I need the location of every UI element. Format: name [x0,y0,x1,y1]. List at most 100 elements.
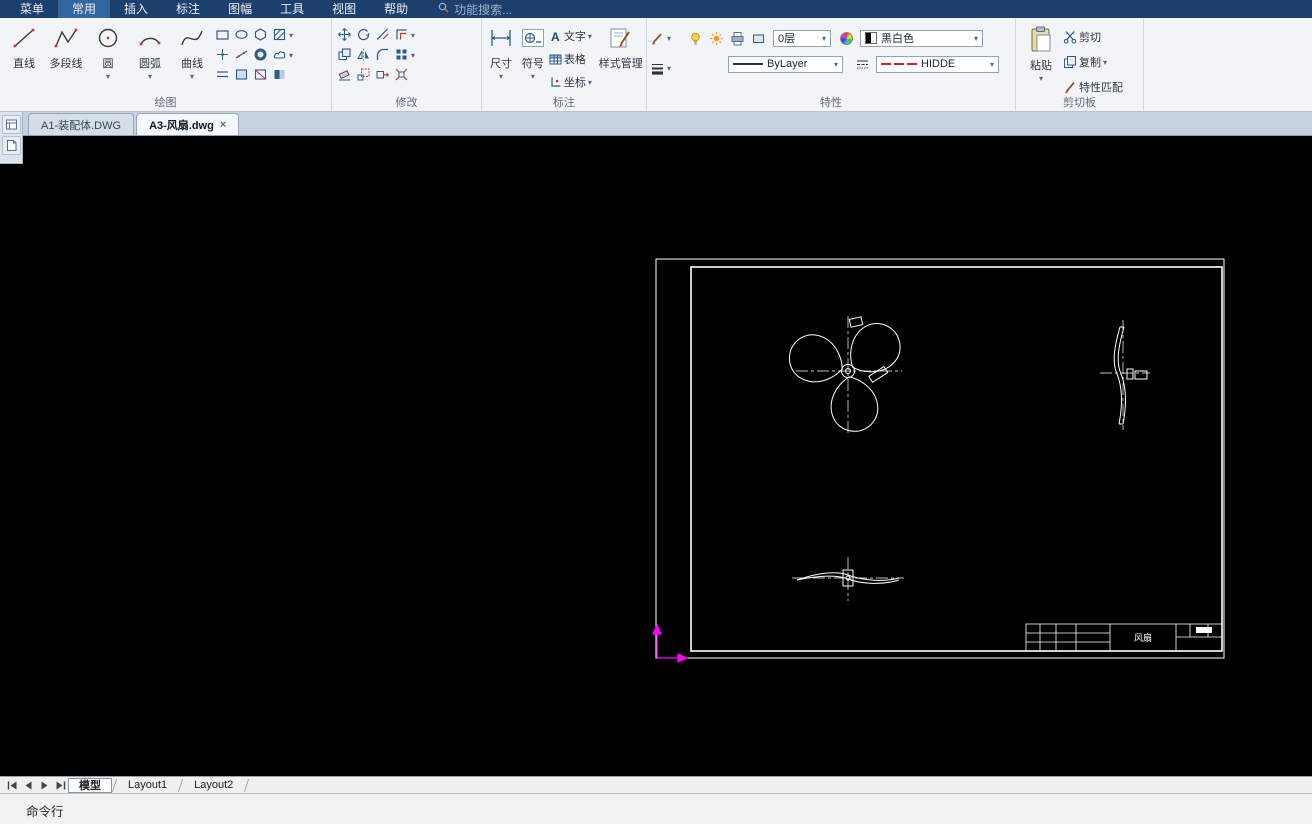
polygon-button[interactable] [251,25,270,44]
command-line-bar[interactable]: 命令行 [0,793,1312,824]
menu-item-app[interactable]: 菜单 [6,0,58,18]
revision-cloud-button[interactable] [270,45,289,64]
line-button[interactable]: 直线 [3,22,45,71]
dimension-dropdown-icon[interactable] [499,71,503,82]
menu-tab-help[interactable]: 帮助 [370,0,422,18]
ribbon-group-annotate: 尺寸 符号 A 文字 表格 [482,18,647,111]
trim-button[interactable] [373,25,392,44]
table-icon [549,54,562,64]
move-button[interactable] [335,25,354,44]
modify-row2-dropdown-icon[interactable] [411,48,415,60]
stretch-button[interactable] [373,65,392,84]
table-button[interactable]: 表格 [549,49,599,69]
spline-button[interactable]: 曲线 [171,22,213,82]
wipeout-button[interactable] [251,65,270,84]
ellipse-button[interactable] [232,25,251,44]
menu-tab-insert[interactable]: 插入 [110,0,162,18]
coordinate-button[interactable]: 坐标 [549,72,599,92]
gradient-button[interactable] [270,65,289,84]
color-select[interactable]: 黑白色 [860,29,983,47]
nav-prev-icon[interactable] [20,778,36,793]
spline-icon [179,25,205,54]
lineweight-icon [652,63,663,75]
cut-button[interactable]: 剪切 [1063,27,1123,47]
layout-tab-separator [244,778,250,792]
coordinate-dropdown-icon[interactable] [588,77,592,88]
array-button[interactable] [392,45,411,64]
layout-tab-layout2[interactable]: Layout2 [183,778,244,793]
arc-dropdown-icon[interactable] [148,71,152,82]
modify-row1-dropdown-icon[interactable] [411,28,415,40]
dimension-label: 尺寸 [489,58,512,70]
point-dropdown-icon[interactable] [289,48,293,60]
multiline-button[interactable] [213,65,232,84]
rotate-button[interactable] [354,25,373,44]
divide-button[interactable] [232,45,251,64]
layout-tab-model[interactable]: 模型 [68,777,112,793]
explode-button[interactable] [392,65,411,84]
linetype-select[interactable]: ByLayer [728,55,843,73]
circle-dropdown-icon[interactable] [106,71,110,82]
hatch-button[interactable] [270,25,289,44]
panel-toggle-button[interactable] [1,115,21,134]
text-dropdown-icon[interactable] [588,31,592,42]
layer-thaw-sun-icon[interactable] [707,29,726,48]
doc-tab-fan[interactable]: A3-风扇.dwg [136,113,240,135]
menu-tab-annotate[interactable]: 标注 [162,0,214,18]
fillet-button[interactable] [373,45,392,64]
erase-button[interactable] [335,65,354,84]
scale-button[interactable] [354,65,373,84]
nav-last-icon[interactable] [52,778,68,793]
mirror-button[interactable] [354,45,373,64]
doc-tab-assembly-label: A1-装配体.DWG [41,119,122,132]
sheet-set-button[interactable] [1,136,21,155]
drawing-canvas[interactable]: 风扇 [0,136,1312,776]
current-linetype-select[interactable]: HIDDE [876,55,999,73]
offset-button[interactable] [392,25,411,44]
symbol-dropdown-icon[interactable] [531,71,535,82]
copy-button[interactable]: 复制 [1063,52,1123,72]
nav-first-icon[interactable] [4,778,20,793]
menu-tab-view[interactable]: 视图 [318,0,370,18]
spline-dropdown-icon[interactable] [190,71,194,82]
text-button[interactable]: A 文字 [549,26,599,46]
point-button[interactable] [213,45,232,64]
symbol-button[interactable]: 符号 [517,22,549,82]
tab-close-icon[interactable] [220,119,226,131]
color-wheel-icon[interactable] [837,29,856,48]
style-manager-button[interactable]: 样式管理 [599,22,643,71]
doc-tab-assembly[interactable]: A1-装配体.DWG [28,113,135,135]
object-properties-button[interactable] [650,28,686,48]
copy-dropdown-icon[interactable] [1103,57,1107,68]
arc-button[interactable]: 圆弧 [129,22,171,82]
draw-group-label: 绘图 [154,97,177,109]
function-search[interactable]: 功能搜索... [438,1,512,18]
layer-select[interactable]: 0层 [773,29,831,47]
lineweight-dropdown-icon[interactable] [667,63,671,74]
circle-button[interactable]: 圆 [87,22,129,82]
paste-button[interactable]: 粘贴 [1019,22,1063,84]
modify-tools [335,22,415,84]
layer-on-bulb-icon[interactable] [686,29,705,48]
copy-object-button[interactable] [335,45,354,64]
circle-icon [95,25,121,54]
rectangle-dropdown-icon[interactable] [289,28,293,40]
layout-tab-layout1[interactable]: Layout1 [117,778,178,793]
match-properties-label: 特性匹配 [1079,82,1123,94]
layer-lock-box-icon[interactable] [749,29,768,48]
menu-tab-tools[interactable]: 工具 [266,0,318,18]
donut-button[interactable] [251,45,270,64]
menu-tab-home[interactable]: 常用 [58,0,111,18]
symbol-icon [520,25,546,54]
polyline-button[interactable]: 多段线 [45,22,87,71]
nav-next-icon[interactable] [36,778,52,793]
menu-tab-drawing-frame[interactable]: 图幅 [214,0,266,18]
dimension-button[interactable]: 尺寸 [485,22,517,82]
lineweight-button[interactable] [650,58,686,78]
paste-dropdown-icon[interactable] [1039,73,1043,84]
linetype-manager-icon[interactable] [853,55,872,74]
layer-plot-printer-icon[interactable] [728,29,747,48]
object-properties-dropdown-icon[interactable] [667,33,671,44]
rectangle-button[interactable] [213,25,232,44]
region-button[interactable] [232,65,251,84]
